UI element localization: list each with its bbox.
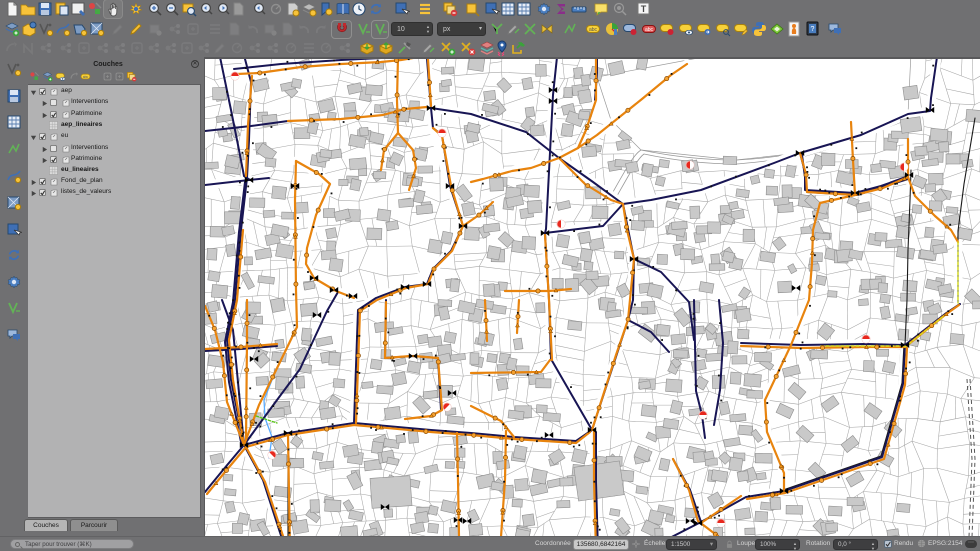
svg-text:abc: abc — [589, 27, 598, 33]
svg-text:abc: abc — [645, 27, 654, 33]
svg-text:?: ? — [811, 26, 815, 33]
svg-text:abc: abc — [83, 75, 89, 79]
svg-text:T: T — [641, 4, 647, 14]
